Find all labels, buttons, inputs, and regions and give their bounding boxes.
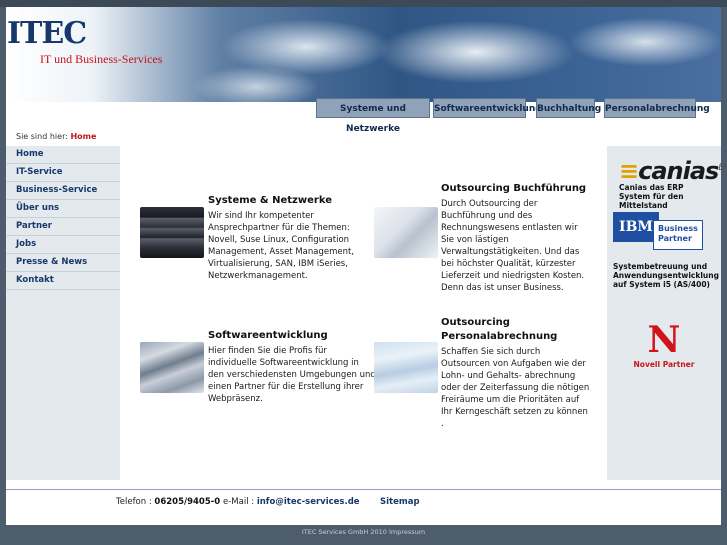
sidebar-item-jobs[interactable]: Jobs: [6, 236, 120, 254]
content-block-buchfuehrung: Outsourcing Buchführung Durch Outsourcin…: [441, 182, 591, 294]
email-label: e-Mail :: [223, 497, 255, 507]
top-strip: [0, 0, 727, 7]
ibm-partner[interactable]: IBM Business Partner Systembetreuung und…: [613, 212, 719, 289]
block-title[interactable]: Outsourcing Personalabrechnung: [441, 316, 591, 344]
tagline: IT und Business-Services: [40, 52, 163, 66]
rack-image[interactable]: [140, 342, 204, 393]
footer-divider: [6, 489, 721, 490]
nav-tab-software[interactable]: Softwareentwicklung: [433, 98, 542, 118]
novell-logo-icon: N: [647, 319, 681, 361]
sidebar-item-home[interactable]: Home: [6, 146, 120, 164]
content-block-software: Softwareentwicklung Hier finden Sie die …: [208, 329, 376, 405]
content-block-personal: Outsourcing Personalabrechnung Schaffen …: [441, 316, 591, 430]
phone-label: Telefon :: [116, 497, 152, 507]
canias-partner[interactable]: ≡caniasERP Canias das ERP System für den…: [619, 156, 727, 210]
canias-text: Canias das ERP System für den Mittelstan…: [619, 183, 684, 210]
phone-number: 06205/9405-0: [154, 497, 221, 507]
partner-column: ≡caniasERP Canias das ERP System für den…: [607, 146, 727, 480]
itec-logo[interactable]: ITEC: [7, 16, 87, 51]
logo-text: ITEC: [7, 16, 87, 51]
canias-logo: ≡caniasERP: [619, 157, 727, 185]
footer-email: e-Mail : info@itec-services.de: [223, 497, 360, 507]
block-title[interactable]: Outsourcing Buchführung: [441, 182, 591, 196]
ibm-text: Systembetreuung und Anwendungsentwicklun…: [613, 262, 719, 289]
breadcrumb-prefix: Sie sind hier:: [16, 132, 68, 141]
footer-phone: Telefon : 06205/9405-0: [116, 497, 220, 507]
footer-sitemap: Sitemap: [380, 497, 420, 507]
sidebar: Home IT-Service Business-Service Über un…: [6, 146, 120, 480]
block-text: Hier finden Sie die Profis für individue…: [208, 346, 376, 404]
header-banner: ITEC IT und Business-Services: [6, 7, 721, 102]
content-block-systeme: Systeme & Netzwerke Wir sind Ihr kompete…: [208, 194, 376, 282]
business-partner-badge: Business Partner: [653, 220, 703, 250]
email-link[interactable]: info@itec-services.de: [257, 497, 360, 507]
block-title[interactable]: Softwareentwicklung: [208, 329, 376, 343]
sidebar-item-ueber-uns[interactable]: Über uns: [6, 200, 120, 218]
impressum-link[interactable]: Impressum: [389, 528, 425, 536]
sidebar-item-kontakt[interactable]: Kontakt: [6, 272, 120, 290]
block-text: Durch Outsourcing der Buchführung und de…: [441, 199, 585, 293]
novell-partner[interactable]: N Novell Partner: [617, 322, 711, 369]
block-text: Schaffen Sie sich durch Outsourcen von A…: [441, 347, 590, 429]
sitemap-link[interactable]: Sitemap: [380, 497, 420, 507]
sidebar-item-presse[interactable]: Presse & News: [6, 254, 120, 272]
payroll-document-image[interactable]: [374, 342, 438, 393]
server-image[interactable]: [140, 207, 204, 258]
copyright-text: ITEC Services GmbH 2010: [301, 528, 387, 536]
nav-tab-personal[interactable]: Personalabrechnung: [604, 98, 710, 118]
block-title[interactable]: Systeme & Netzwerke: [208, 194, 376, 208]
ibm-business-partner-logo: IBM Business Partner: [613, 212, 705, 258]
breadcrumb: Sie sind hier: Home: [16, 132, 96, 141]
sidebar-item-partner[interactable]: Partner: [6, 218, 120, 236]
sidebar-item-business-service[interactable]: Business-Service: [6, 182, 120, 200]
page-container: ITEC IT und Business-Services Systeme un…: [6, 7, 727, 525]
main-content: Systeme & Netzwerke Wir sind Ihr kompete…: [120, 146, 607, 480]
bottom-bar: ITEC Services GmbH 2010 Impressum: [0, 528, 727, 536]
sidebar-item-it-service[interactable]: IT-Service: [6, 164, 120, 182]
block-text: Wir sind Ihr kompetenter Ansprechpartner…: [208, 211, 355, 281]
nav-tab-systeme[interactable]: Systeme und Netzwerke: [316, 98, 430, 134]
breadcrumb-current[interactable]: Home: [70, 132, 96, 141]
novell-text: Novell Partner: [633, 360, 695, 369]
pen-document-image[interactable]: [374, 207, 438, 258]
nav-tab-buchhaltung[interactable]: Buchhaltung: [536, 98, 601, 118]
